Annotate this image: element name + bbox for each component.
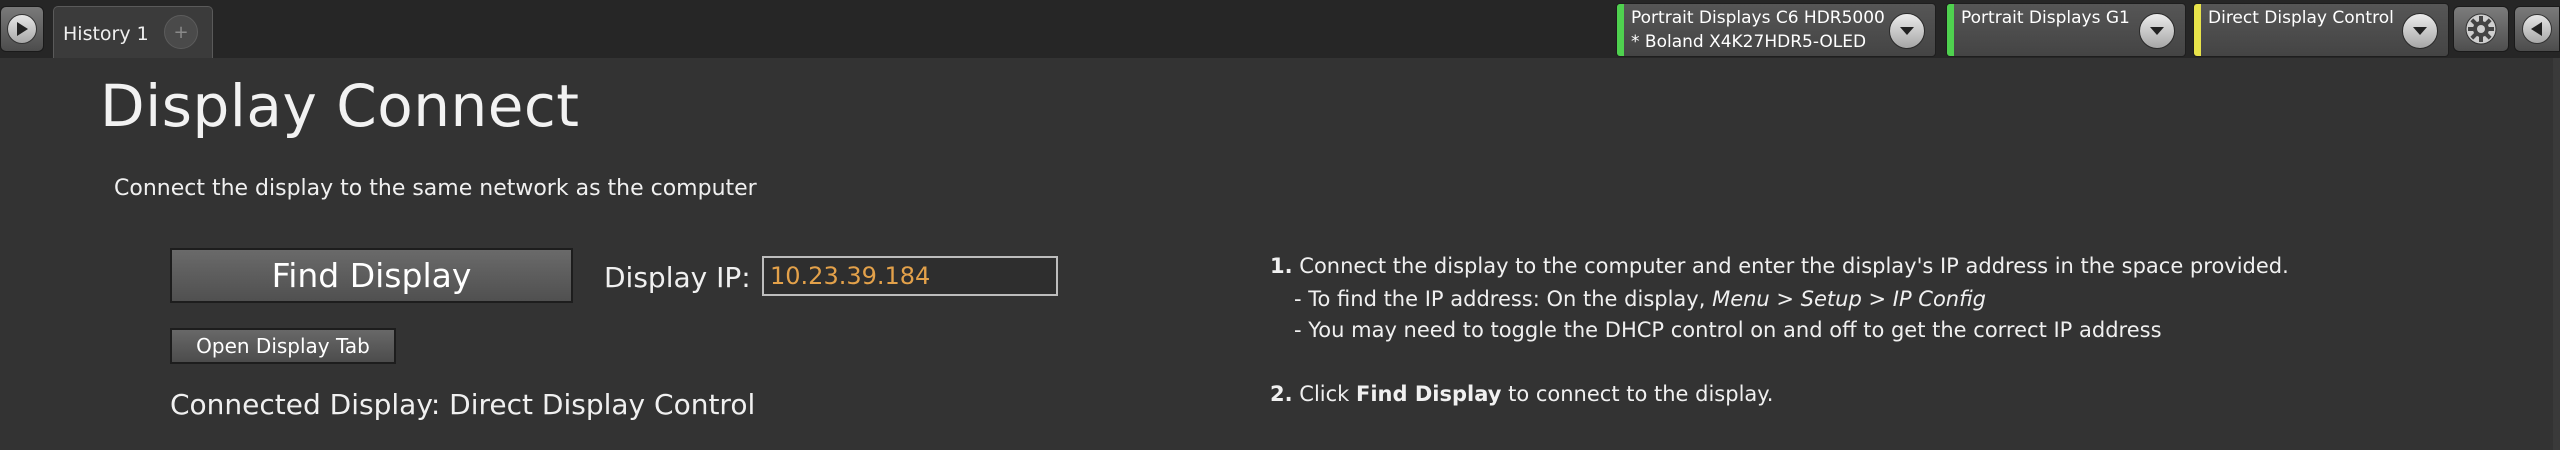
chevron-left-icon	[2522, 14, 2552, 44]
instruction-step-1-sub-2: - You may need to toggle the DHCP contro…	[1294, 318, 2162, 342]
instruction-step-1-sub-1: - To find the IP address: On the display…	[1294, 287, 1987, 311]
open-display-tab-button[interactable]: Open Display Tab	[170, 328, 396, 364]
menu-path: Menu > Setup > IP Config	[1712, 287, 1987, 311]
display-ip-input[interactable]	[762, 256, 1058, 296]
play-icon	[7, 14, 37, 44]
find-display-button[interactable]: Find Display	[170, 248, 573, 303]
find-display-reference: Find Display	[1356, 382, 1502, 406]
collapse-panel-button[interactable]	[2514, 6, 2560, 52]
instruction-step-1: 1. Connect the display to the computer a…	[1270, 254, 2289, 278]
tab-history-label: History 1	[63, 23, 149, 45]
settings-button[interactable]	[2453, 6, 2509, 52]
device-dropdown-button[interactable]	[2139, 13, 2175, 49]
tab-history-1[interactable]: History 1 +	[53, 6, 213, 58]
device-tab-c6-hdr5000[interactable]: Portrait Displays C6 HDR5000 * Boland X4…	[1616, 3, 1936, 57]
page-subtitle: Connect the display to the same network …	[114, 176, 757, 201]
device-name: Portrait Displays C6 HDR5000	[1631, 8, 1885, 28]
connected-status-stripe	[1617, 4, 1624, 56]
add-tab-button[interactable]: +	[164, 15, 198, 49]
chevron-down-icon	[2150, 27, 2164, 35]
device-dropdown-button[interactable]	[1889, 13, 1925, 49]
device-name: Portrait Displays G1	[1961, 8, 2130, 28]
connected-status-stripe	[1947, 4, 1954, 56]
device-dropdown-button[interactable]	[2402, 13, 2438, 49]
gear-icon	[2465, 13, 2497, 45]
instruction-step-2: 2. Click Find Display to connect to the …	[1270, 382, 1774, 406]
active-status-stripe	[2194, 4, 2201, 56]
device-model: * Boland X4K27HDR5-OLED	[1631, 32, 1867, 52]
step-number: 1.	[1270, 254, 1293, 278]
display-ip-label: Display IP:	[604, 261, 751, 294]
play-button[interactable]	[0, 6, 44, 52]
device-tab-g1[interactable]: Portrait Displays G1	[1946, 3, 2186, 57]
device-tab-direct-display-control[interactable]: Direct Display Control	[2193, 3, 2449, 57]
chevron-down-icon	[2413, 27, 2427, 35]
connected-display-status: Connected Display: Direct Display Contro…	[170, 388, 756, 421]
step-number: 2.	[1270, 382, 1293, 406]
side-scroll-track	[2553, 58, 2560, 450]
chevron-down-icon	[1900, 27, 1914, 35]
top-bar: History 1 + Portrait Displays C6 HDR5000…	[0, 0, 2560, 58]
device-name: Direct Display Control	[2208, 8, 2394, 28]
page-title: Display Connect	[100, 72, 580, 140]
step-text: Connect the display to the computer and …	[1299, 254, 2289, 278]
